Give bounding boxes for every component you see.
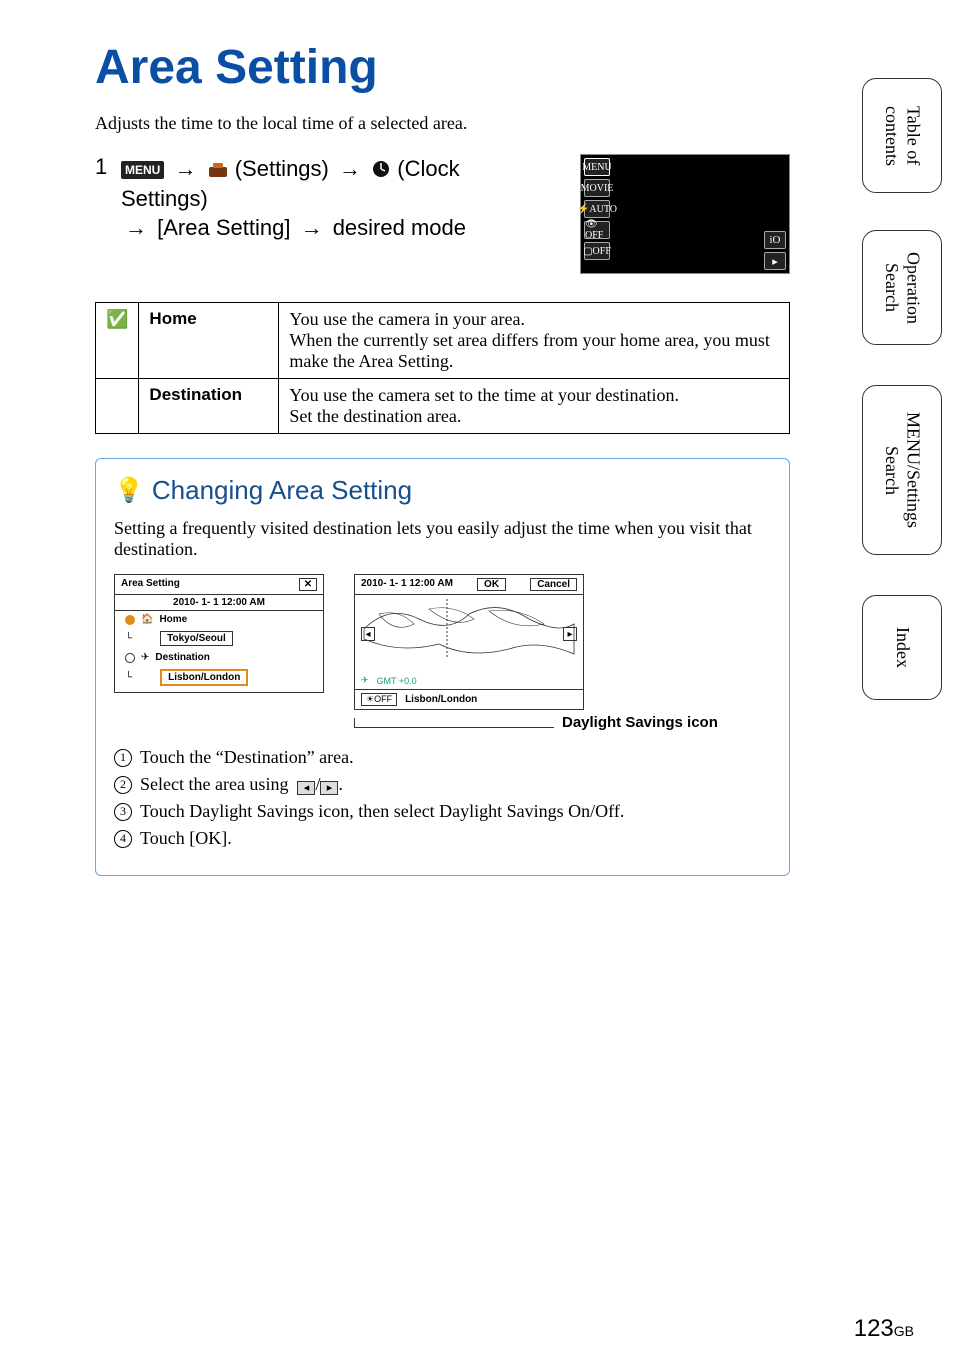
step-number-icon: 1 xyxy=(114,749,132,767)
side-tab-toc[interactable]: Table of contents xyxy=(862,78,942,193)
step-number-icon: 3 xyxy=(114,803,132,821)
menu-icon: MENU xyxy=(121,161,164,179)
daylight-savings-label: Daylight Savings icon xyxy=(562,714,718,731)
nav-right-icon: ▸ xyxy=(563,627,577,641)
settings-table: ✅ Home You use the camera in your area. … xyxy=(95,302,790,434)
cam-movie-icon: MOVIE xyxy=(584,179,610,197)
cam-play-icon: ▸ xyxy=(764,252,786,270)
intro-text: Adjusts the time to the local time of a … xyxy=(95,113,790,134)
arrow-icon: → xyxy=(170,154,200,184)
arrow-icon: → xyxy=(121,213,151,243)
screen1-title: Area Setting xyxy=(121,578,180,591)
toolbox-icon xyxy=(207,156,235,181)
tip-step-2: Select the area using xyxy=(140,774,288,794)
tip-heading: Changing Area Setting xyxy=(152,475,412,506)
area-setting-screen-illustration: Area Setting ✕ 2010- 1- 1 12:00 AM 🏠 Hom… xyxy=(114,574,324,693)
clock-icon xyxy=(371,156,397,181)
page-root: Table of contents Operation Search MENU/… xyxy=(0,0,954,1369)
tip-step-3: Touch Daylight Savings icon, then select… xyxy=(140,801,624,822)
row-desc: You use the camera in your area. When th… xyxy=(279,303,790,379)
cancel-button-illustration: Cancel xyxy=(530,578,577,591)
tip-step-1: Touch the “Destination” area. xyxy=(140,747,354,768)
camera-preview-illustration: MENU MOVIE ⚡AUTO 👁OFF ▢OFF iO ▸ xyxy=(580,154,790,274)
world-map-icon xyxy=(359,599,579,659)
screen1-datetime: 2010- 1- 1 12:00 AM xyxy=(115,595,323,611)
row-name: Home xyxy=(139,303,279,379)
cam-burst-icon: ▢OFF xyxy=(584,242,610,260)
check-icon: ✅ xyxy=(106,309,128,329)
desired-mode-label: desired mode xyxy=(333,215,466,240)
destination-label: Destination xyxy=(155,652,209,663)
daylight-savings-icon: ☀OFF xyxy=(361,693,397,706)
step-number-icon: 4 xyxy=(114,830,132,848)
gmt-offset: GMT +0.0 xyxy=(377,676,417,686)
side-tab-index[interactable]: Index xyxy=(862,595,942,700)
tip-paragraph: Setting a frequently visited destination… xyxy=(114,518,771,560)
destination-city: Lisbon/London xyxy=(160,669,248,686)
row-desc: You use the camera set to the time at yo… xyxy=(279,379,790,434)
cam-smile-icon: 👁OFF xyxy=(584,221,610,239)
close-icon: ✕ xyxy=(299,578,317,591)
map-screen-illustration: 2010- 1- 1 12:00 AM OK Cancel ◂ ▸ xyxy=(354,574,584,710)
lightbulb-icon: 💡 xyxy=(114,476,144,505)
screen2-city: Lisbon/London xyxy=(405,694,477,705)
cam-flash-icon: ⚡AUTO xyxy=(584,200,610,218)
arrow-icon: → xyxy=(335,154,365,184)
cam-menu-icon: MENU xyxy=(584,158,610,176)
step-number: 1 xyxy=(95,154,109,180)
radio-selected-icon xyxy=(125,615,135,625)
tip-step-4: Touch [OK]. xyxy=(140,828,232,849)
side-tab-menu-settings-search[interactable]: MENU/Settings Search xyxy=(862,385,942,555)
screen2-datetime: 2010- 1- 1 12:00 AM xyxy=(361,578,453,591)
settings-label: (Settings) xyxy=(235,156,329,181)
step-number-icon: 2 xyxy=(114,776,132,794)
tip-step-2-suffix: . xyxy=(338,774,343,794)
tip-box: 💡 Changing Area Setting Setting a freque… xyxy=(95,458,790,876)
radio-icon xyxy=(125,653,135,663)
callout-line xyxy=(354,718,554,728)
page-number: 123GB xyxy=(854,1315,914,1343)
home-city: Tokyo/Seoul xyxy=(160,631,233,646)
arrow-icon: → xyxy=(297,213,327,243)
area-setting-label: [Area Setting] xyxy=(157,215,290,240)
table-row: ✅ Home You use the camera in your area. … xyxy=(96,303,790,379)
ok-button-illustration: OK xyxy=(477,578,506,591)
row-name: Destination xyxy=(139,379,279,434)
side-tab-operation-search[interactable]: Operation Search xyxy=(862,230,942,345)
table-row: Destination You use the camera set to th… xyxy=(96,379,790,434)
nav-left-icon: ◂ xyxy=(361,627,375,641)
cam-mode-icon: iO xyxy=(764,231,786,249)
nav-right-icon: ▸ xyxy=(320,781,338,795)
home-label: Home xyxy=(159,614,187,625)
page-title: Area Setting xyxy=(95,40,790,95)
nav-left-icon: ◂ xyxy=(297,781,315,795)
step-instruction: 1 MENU → (Settings) → (Clock Settings) → xyxy=(95,154,560,243)
